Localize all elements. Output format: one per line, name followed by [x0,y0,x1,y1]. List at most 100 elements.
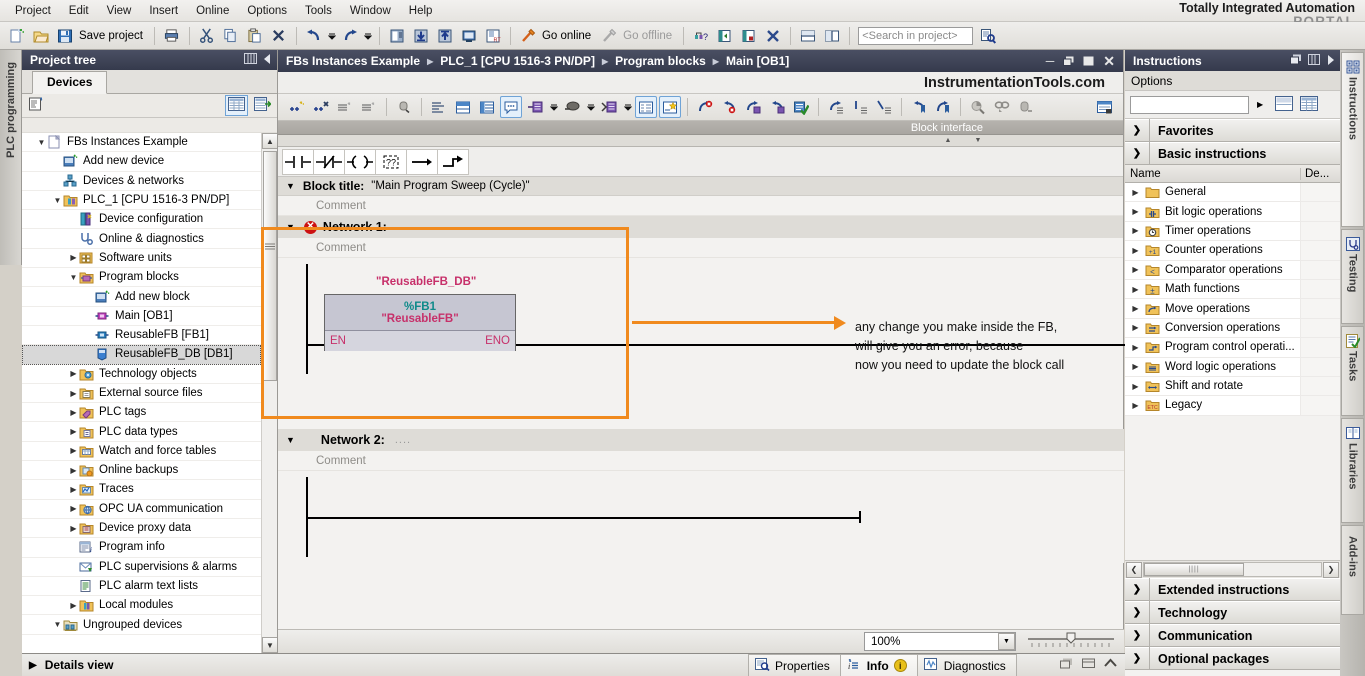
tree-item-devices-networks[interactable]: Devices & networks [22,172,261,191]
tree-item-online-backups[interactable]: Online backups [22,461,261,481]
chevron-right-icon[interactable] [68,427,79,436]
chevron-right-icon[interactable] [1130,362,1141,371]
chevron-right-icon[interactable] [1130,207,1141,216]
new-project-icon[interactable] [6,25,28,47]
tab-diagnostics[interactable]: Diagnostics [916,654,1017,676]
bookmark-dropdown-icon[interactable] [622,96,633,118]
compile-icon[interactable] [386,25,408,47]
tree-item-program-info[interactable]: i Program info [22,538,261,558]
instructions-search-input[interactable] [1130,95,1249,114]
go-online-label[interactable]: Go online [540,30,597,42]
instruction-item-word-logic-operations[interactable]: Word logic operations [1125,357,1340,377]
instruction-item-legacy[interactable]: ETC Legacy [1125,396,1340,416]
tree-item-device-configuration[interactable]: Device configuration [22,210,261,230]
redo-icon[interactable] [339,25,361,47]
no-contact-icon[interactable] [282,148,314,175]
network-2-comment[interactable]: Comment [278,451,1124,471]
show-network-comments-icon[interactable] [428,96,450,118]
print-preview-icon[interactable] [1093,96,1115,118]
instruction-item-shift-and-rotate[interactable]: Shift and rotate [1125,376,1340,397]
block-title-value[interactable]: "Main Program Sweep (Cycle)" [371,180,529,192]
empty-box-icon[interactable]: ?? [375,148,407,175]
goto-next-difference-icon[interactable] [825,96,847,118]
instruction-item-math-functions[interactable]: ± Math functions [1125,279,1340,300]
details-view-bar[interactable]: ▶ Details view [22,653,278,676]
instruction-item-bit-logic-operations[interactable]: Bit logic operations [1125,202,1340,222]
tree-item-ungrouped-devices[interactable]: Ungrouped devices [22,615,261,635]
instruction-item-timer-operations[interactable]: Timer operations [1125,221,1340,242]
chevron-down-icon[interactable] [36,138,47,147]
tree-item-fbs-instances-example[interactable]: FBs Instances Example [22,133,261,153]
network-1-comment[interactable]: Comment [278,238,1123,258]
maximize-button[interactable] [1083,56,1094,67]
breadcrumb-item-0[interactable]: FBs Instances Example [286,54,420,68]
chevron-right-icon[interactable] [68,408,79,417]
show-hide-left-icon[interactable] [714,25,736,47]
breadcrumb-item-1[interactable]: PLC_1 [CPU 1516-3 PN/DP] [440,54,595,68]
download-to-device-icon[interactable] [410,25,432,47]
print-icon[interactable] [161,25,183,47]
menu-item-help[interactable]: Help [400,3,442,19]
left-vertical-tab-plc-programming[interactable]: PLC programming [0,50,22,265]
coil-icon[interactable] [344,148,376,175]
tree-filter-icon[interactable] [28,96,45,115]
paste-icon[interactable] [244,25,266,47]
section-communication[interactable]: ❯ Communication [1125,624,1340,647]
scroll-thumb[interactable] [263,151,277,381]
chevron-right-icon[interactable] [1130,285,1141,294]
chevron-right-icon[interactable] [1130,188,1141,197]
update-inconsistent-calls-icon[interactable] [790,96,812,118]
hscroll-right-button[interactable]: ❯ [1323,561,1339,578]
zoom-slider[interactable] [1026,632,1116,652]
section-basic-instructions[interactable]: ❯ Basic instructions [1125,142,1340,165]
hardware-detect-icon[interactable]: ? [690,25,712,47]
instruction-item-comparator-operations[interactable]: < Comparator operations [1125,260,1340,280]
search-options-arrow-icon[interactable]: ▶ [1257,100,1263,109]
hscroll-thumb[interactable]: |||| [1144,563,1244,576]
float-pane-icon[interactable] [1060,658,1073,672]
tree-item-local-modules[interactable]: Local modules [22,596,261,616]
table-view-icon[interactable] [1300,95,1319,114]
modify-dropdown-icon[interactable] [585,96,596,118]
monitor-on-icon[interactable] [524,96,546,118]
column-name[interactable]: Name [1125,168,1300,180]
show-hide-right-icon[interactable] [738,25,760,47]
instruction-item-move-operations[interactable]: Move operations [1125,299,1340,319]
toggle-comments-icon[interactable] [500,96,522,118]
chevron-right-icon[interactable] [68,253,79,262]
go-online-icon[interactable] [517,25,539,47]
block-title-collapse-icon[interactable]: ▼ [286,181,295,191]
modify-operand-icon[interactable] [561,96,583,118]
restore-button[interactable] [1063,56,1074,67]
list-view-icon[interactable] [225,95,248,116]
open-project-icon[interactable] [30,25,52,47]
minimize-button[interactable]: ─ [1046,55,1055,67]
collapse-panel-icon[interactable] [263,53,272,67]
expand-panel-icon[interactable] [1326,54,1335,68]
absolute-symbolic-toggle-icon[interactable] [393,96,415,118]
chevron-right-icon[interactable] [68,485,79,494]
breadcrumb-item-2[interactable]: Program blocks [615,54,706,68]
start-simulation-icon[interactable] [458,25,480,47]
chevron-right-icon[interactable] [1130,304,1141,313]
nc-contact-icon[interactable] [313,148,345,175]
right-tab-tasks[interactable]: Tasks [1341,326,1364,416]
favorites-icon[interactable] [659,96,681,118]
tree-item-technology-objects[interactable]: Technology objects [22,365,261,384]
search-in-project-icon[interactable] [977,25,999,47]
chevron-right-icon[interactable] [68,389,79,398]
menu-item-window[interactable]: Window [341,3,400,19]
prev-assignment-icon[interactable] [766,96,788,118]
scroll-down-button[interactable]: ▼ [262,637,277,653]
instruction-item-conversion-operations[interactable]: Conversion operations [1125,318,1340,339]
chevron-right-icon[interactable] [1130,226,1141,235]
tree-item-add-new-block[interactable]: Add new block [22,287,261,307]
next-assignment-icon[interactable] [742,96,764,118]
pin-panel-icon[interactable] [1308,53,1320,68]
collapse-pane-icon[interactable] [1104,658,1117,672]
chevron-right-icon[interactable] [68,524,79,533]
chevron-right-icon[interactable] [68,601,79,610]
menu-item-online[interactable]: Online [187,3,238,19]
collapse-all-networks-icon[interactable] [334,96,356,118]
tree-item-opc-ua-communication[interactable]: OPC UA communication [22,500,261,519]
